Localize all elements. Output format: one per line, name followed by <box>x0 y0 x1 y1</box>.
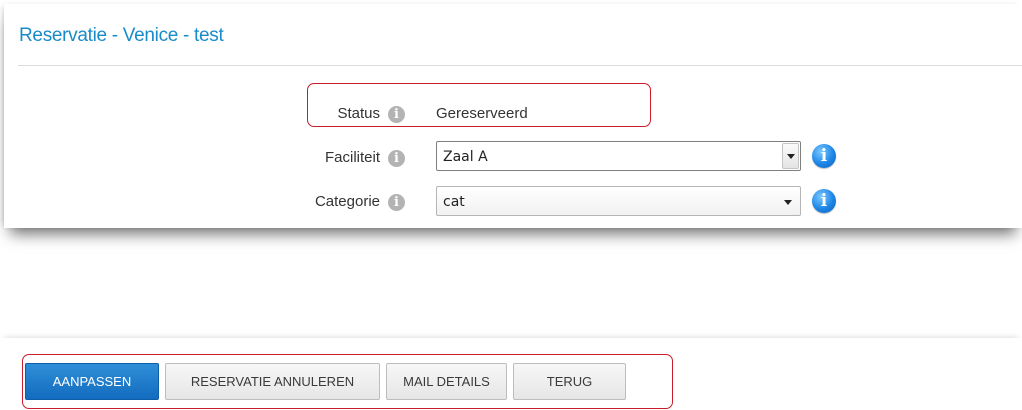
category-select-value: cat <box>443 194 465 210</box>
facility-select-value: Zaal A <box>443 149 488 165</box>
back-button[interactable]: TERUG <box>513 363 626 400</box>
chevron-down-icon[interactable] <box>780 190 796 212</box>
mail-details-button[interactable]: MAIL DETAILS <box>386 363 507 400</box>
edit-button[interactable]: AANPASSEN <box>25 363 159 400</box>
title-divider <box>18 65 1022 66</box>
facility-info-icon[interactable]: i <box>388 150 405 167</box>
reservation-panel: Reservatie - Venice - test Status i Gere… <box>4 4 1022 228</box>
facility-select[interactable]: Zaal A <box>436 141 801 171</box>
status-value: Gereserveerd <box>436 105 528 122</box>
status-info-icon[interactable]: i <box>388 106 405 123</box>
chevron-down-icon[interactable] <box>782 143 799 169</box>
category-label: Categorie <box>314 193 380 210</box>
category-help-icon[interactable]: i <box>812 189 836 213</box>
action-bar: AANPASSEN RESERVATIE ANNULEREN MAIL DETA… <box>0 338 1022 410</box>
cancel-reservation-button[interactable]: RESERVATIE ANNULEREN <box>165 363 380 400</box>
facility-label: Faciliteit <box>324 149 380 166</box>
category-info-icon[interactable]: i <box>388 194 405 211</box>
category-select[interactable]: cat <box>436 186 801 216</box>
page-title: Reservatie - Venice - test <box>19 25 224 46</box>
status-label: Status <box>337 105 380 122</box>
facility-help-icon[interactable]: i <box>812 144 836 168</box>
